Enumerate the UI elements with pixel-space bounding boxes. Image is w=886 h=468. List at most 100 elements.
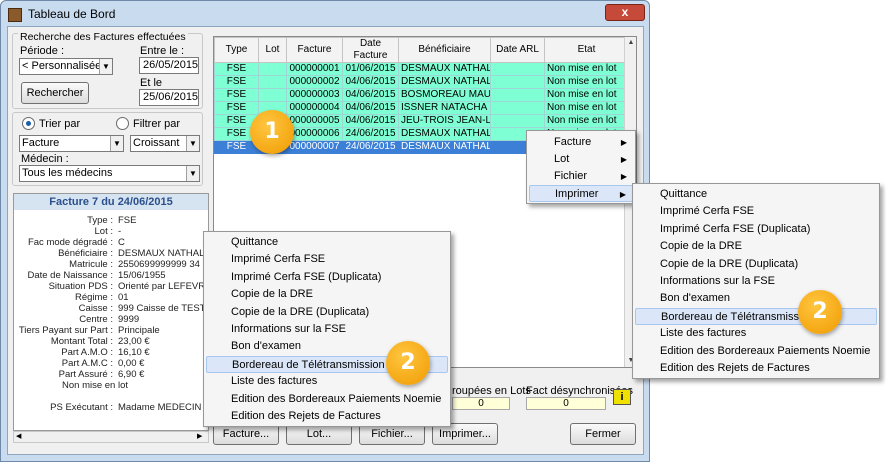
imprimer-popup-item[interactable]: Edition des Bordereaux Paiements Noemie (206, 391, 448, 408)
submenu-arrow-icon: ▶ (620, 172, 627, 181)
detail-horizontal-scrollbar[interactable]: ◀ ▶ (13, 431, 209, 443)
imprimer-submenu-item[interactable]: Edition des Rejets de Factures (635, 360, 877, 377)
window-title: Tableau de Bord (28, 7, 116, 21)
detail-row: Montant Total : 23,00 € (14, 336, 208, 347)
detail-row (14, 391, 208, 402)
context-menu-item-lot[interactable]: Lot ▶ (529, 151, 633, 168)
medecin-value: Tous les médecins (22, 167, 113, 179)
column-header-beneficiaire[interactable]: Bénéficiaire (398, 37, 491, 63)
sort-field-select[interactable]: Facture ▼ (19, 135, 124, 152)
periode-select[interactable]: < Personnalisée > ▼ (19, 58, 113, 75)
table-cell-lot (258, 88, 287, 102)
filtrer-par-radio[interactable] (116, 117, 129, 130)
table-cell-facture: 000000005 (286, 114, 343, 128)
submenu-arrow-icon: ▶ (620, 155, 627, 164)
detail-value: FSE (118, 215, 137, 226)
callout-badge-2-right: 2 (798, 290, 842, 334)
detail-value: Orienté par LEFEVRE PIER (118, 281, 208, 292)
table-cell-benef: ISSNER NATACHA (398, 101, 491, 115)
chevron-down-icon: ▼ (186, 136, 199, 151)
grouped-lots-count: 0 (452, 397, 510, 410)
detail-value: 6,90 € (118, 369, 145, 380)
column-header-type[interactable]: Type (214, 37, 259, 63)
detail-row: Part A.M.C : 0,00 € (14, 358, 208, 369)
detail-key: Part A.M.O : (61, 347, 113, 358)
detail-key: Type : (87, 215, 113, 226)
imprimer-submenu-item[interactable]: Copie de la DRE (635, 238, 877, 255)
imprimer-popup-item[interactable]: Imprimé Cerfa FSE (206, 251, 448, 268)
medecin-select[interactable]: Tous les médecins ▼ (19, 165, 200, 182)
close-window-button[interactable]: x (605, 4, 645, 21)
imprimer-popup-item[interactable]: Quittance (206, 234, 448, 251)
medecin-label: Médecin : (21, 153, 69, 165)
fermer-button[interactable]: Fermer (570, 423, 636, 445)
imprimer-submenu-item[interactable]: Liste des factures (635, 325, 877, 342)
detail-key: Bénéficiaire : (58, 248, 113, 259)
imprimer-submenu-item[interactable]: Edition des Bordereaux Paiements Noemie (635, 343, 877, 360)
imprimer-submenu-item[interactable]: Imprimé Cerfa FSE (Duplicata) (635, 221, 877, 238)
table-cell-lot (258, 75, 287, 89)
context-menu-item-facture[interactable]: Facture ▶ (529, 134, 633, 151)
imprimer-submenu-item[interactable]: Quittance (635, 186, 877, 203)
grouped-lots-label: roupées en Lots (452, 385, 531, 397)
table-cell-arl (490, 62, 545, 76)
column-header-date-arl[interactable]: Date ARL (490, 37, 545, 63)
table-cell-etat: Non mise en lot (544, 88, 629, 102)
scroll-right-icon[interactable]: ▶ (197, 432, 202, 442)
imprimer-submenu-item[interactable]: Imprimé Cerfa FSE (635, 203, 877, 220)
menu-item-label: Facture (554, 136, 592, 148)
date-from-field[interactable]: 26/05/2015 (139, 57, 199, 74)
detail-value: 0,00 € (118, 358, 145, 369)
date-from-label: Entre le : (140, 45, 185, 57)
table-cell-type: FSE (214, 88, 259, 102)
detail-value: 9999 (118, 314, 140, 325)
imprimer-submenu: Quittance Imprimé Cerfa FSE Imprimé Cerfa … (632, 183, 880, 379)
info-icon[interactable]: i (613, 389, 631, 405)
column-header-date-facture[interactable]: Date Facture (342, 37, 399, 63)
rechercher-button[interactable]: Rechercher (21, 82, 89, 104)
imprimer-popup-item[interactable]: Edition des Rejets de Factures (206, 408, 448, 425)
app-icon (8, 8, 22, 22)
date-to-field[interactable]: 25/06/2015 (139, 89, 199, 106)
column-header-lot[interactable]: Lot (258, 37, 287, 63)
detail-value: 01 (118, 292, 129, 303)
context-menu-item-imprimer[interactable]: Imprimer ▶ (529, 185, 633, 202)
table-row[interactable]: FSE 00000000304/06/2015BOSMOREAU MAURICI N… (214, 88, 629, 102)
detail-value: 2550699999999 34 (118, 259, 200, 270)
detail-key: Matricule : (69, 259, 113, 270)
detail-key: Caisse : (78, 303, 113, 314)
table-cell-arl (490, 75, 545, 89)
table-cell-date: 01/06/2015 (342, 62, 399, 76)
table-row[interactable]: FSE 00000000101/06/2015DESMAUX NATHALIE No… (214, 62, 629, 76)
imprimer-popup-item[interactable]: Imprimé Cerfa FSE (Duplicata) (206, 269, 448, 286)
context-menu-item-fichier[interactable]: Fichier ▶ (529, 168, 633, 185)
detail-key: Fac mode dégradé : (27, 237, 113, 248)
filtrer-par-label: Filtrer par (133, 118, 181, 130)
imprimer-popup-menu: Quittance Imprimé Cerfa FSE Imprimé Cerfa … (203, 231, 451, 427)
table-cell-facture: 000000001 (286, 62, 343, 76)
imprimer-popup-item[interactable]: Informations sur la FSE (206, 321, 448, 338)
scroll-up-icon[interactable]: ▲ (625, 37, 637, 49)
table-cell-etat: Non mise en lot (544, 62, 629, 76)
detail-key: Montant Total : (50, 336, 113, 347)
table-cell-date: 04/06/2015 (342, 101, 399, 115)
detail-row: Fac mode dégradé : C (14, 237, 208, 248)
imprimer-popup-item[interactable]: Copie de la DRE (206, 286, 448, 303)
imprimer-submenu-item[interactable]: Copie de la DRE (Duplicata) (635, 256, 877, 273)
detail-key: Situation PDS : (48, 281, 113, 292)
table-row[interactable]: FSE 00000000204/06/2015DESMAUX NATHALIE No… (214, 75, 629, 89)
table-cell-etat: Non mise en lot (544, 114, 629, 128)
column-header-facture[interactable]: Facture (286, 37, 343, 63)
imprimer-submenu-item[interactable]: Informations sur la FSE (635, 273, 877, 290)
scroll-left-icon[interactable]: ◀ (16, 432, 21, 442)
sort-order-value: Croissant (133, 137, 180, 149)
callout-badge-2-left: 2 (386, 341, 430, 385)
trier-par-radio[interactable] (22, 117, 35, 130)
detail-value: Principale (118, 325, 160, 336)
sort-order-select[interactable]: Croissant ▼ (130, 135, 200, 152)
column-header-etat[interactable]: Etat (544, 37, 629, 63)
detail-key: Tiers Payant sur Part : (18, 325, 113, 336)
imprimer-popup-item[interactable]: Copie de la DRE (Duplicata) (206, 304, 448, 321)
detail-key: PS Exécutant : (50, 402, 113, 413)
table-cell-facture: 000000006 (286, 127, 343, 141)
